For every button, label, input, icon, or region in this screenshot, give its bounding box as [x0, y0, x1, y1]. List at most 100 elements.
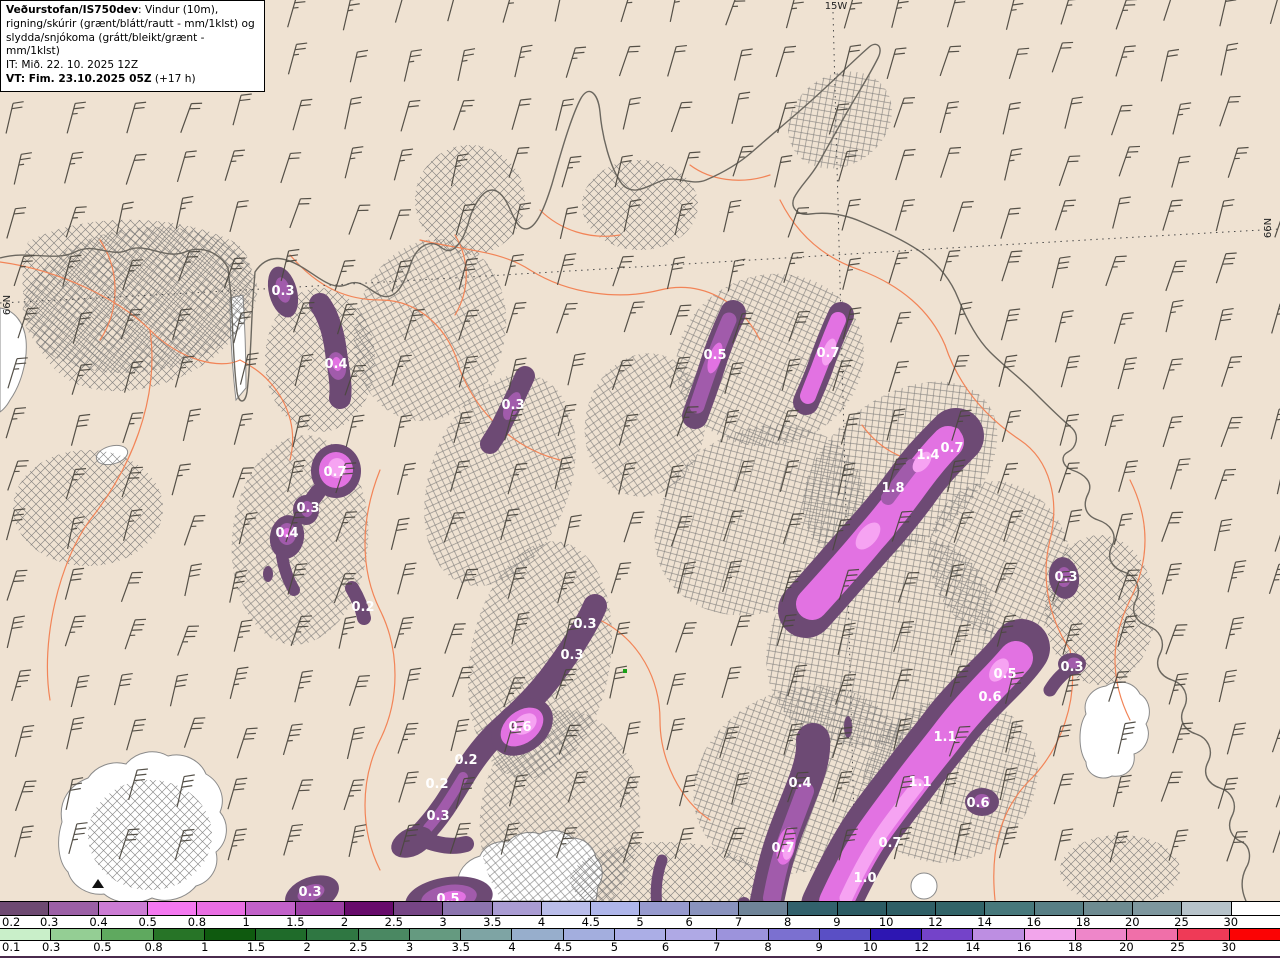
sleet-snow-colorbar — [0, 901, 1280, 916]
scale-segment — [296, 902, 345, 915]
scale-tick-label: 0.8 — [188, 915, 206, 929]
precip-value-label: 0.3 — [296, 501, 319, 516]
scale-segment — [542, 902, 591, 915]
scale-tick-label: 1.5 — [286, 915, 304, 929]
scale-tick-label: 4 — [508, 940, 515, 954]
precip-value-label: 1.1 — [908, 775, 931, 790]
scale-segment — [461, 929, 512, 940]
scale-segment — [1133, 902, 1182, 915]
precip-value-label: 0.5 — [436, 892, 459, 901]
scale-segment — [838, 902, 887, 915]
scale-tick-label: 2 — [304, 940, 311, 954]
scale-tick-label: 25 — [1174, 915, 1189, 929]
scale-segment — [154, 929, 205, 940]
scale-segment — [443, 902, 492, 915]
scale-segment — [307, 929, 358, 940]
precip-blob — [263, 566, 273, 582]
scale-tick-label: 0.5 — [93, 940, 111, 954]
scale-tick-label: 9 — [833, 915, 840, 929]
scale-tick-label: 3 — [439, 915, 446, 929]
title-line-1: Veðurstofan/IS750dev: Vindur (10m), — [6, 4, 258, 18]
scale-segment — [205, 929, 256, 940]
scale-tick-label: 25 — [1170, 940, 1185, 954]
scale-tick-label: 14 — [977, 915, 992, 929]
scale-segment — [1025, 929, 1076, 940]
scale-segment — [1076, 929, 1127, 940]
precip-value-label: 0.3 — [560, 648, 583, 663]
scale-tick-label: 2 — [341, 915, 348, 929]
precip-value-label: 0.7 — [771, 841, 794, 856]
scale-tick-label: 4.5 — [582, 915, 600, 929]
scale-tick-label: 3 — [406, 940, 413, 954]
precip-value-label: 0.3 — [298, 885, 321, 900]
scale-segment — [102, 929, 153, 940]
scale-tick-label: 20 — [1119, 940, 1134, 954]
scale-tick-label: 4 — [538, 915, 545, 929]
forecast-title-box: Veðurstofan/IS750dev: Vindur (10m), rign… — [0, 0, 265, 92]
scale-tick-label: 0.4 — [89, 915, 107, 929]
precip-value-label: 0.2 — [454, 753, 477, 768]
precip-value-label: 0.5 — [703, 348, 726, 363]
scale-segment — [99, 902, 148, 915]
precip-value-label: 0.3 — [1054, 570, 1077, 585]
scale-tick-label: 30 — [1221, 940, 1236, 954]
scale-segment — [394, 902, 443, 915]
scale-segment — [410, 929, 461, 940]
title-line-2: rigning/skúrir (grænt/blátt/rautt - mm/1… — [6, 18, 258, 32]
scale-segment — [1084, 902, 1133, 915]
precip-value-label: 0.2 — [351, 600, 374, 615]
scale-tick-label: 16 — [1017, 940, 1032, 954]
scale-segment — [246, 902, 295, 915]
sleet-snow-colorbar-labels: 0.20.30.40.50.811.522.533.544.5567891012… — [0, 916, 1280, 928]
title-line-3: slydda/snjókoma (grátt/bleikt/grænt - mm… — [6, 32, 258, 60]
precip-value-label: 0.7 — [323, 465, 346, 480]
precip-value-label: 0.3 — [573, 617, 596, 632]
scale-segment — [49, 902, 98, 915]
precip-value-label: 0.6 — [978, 690, 1001, 705]
precip-value-label: 0.6 — [966, 796, 989, 811]
title-line-4: IT: Mið. 22. 10. 2025 12Z — [6, 59, 258, 73]
scale-segment — [1230, 929, 1280, 940]
scale-segment — [666, 929, 717, 940]
scale-segment — [985, 902, 1034, 915]
scale-tick-label: 1 — [201, 940, 208, 954]
scale-tick-label: 16 — [1026, 915, 1041, 929]
scale-tick-label: 14 — [965, 940, 980, 954]
scale-segment — [739, 902, 788, 915]
scale-tick-label: 12 — [928, 915, 943, 929]
scale-segment — [973, 929, 1024, 940]
scale-tick-label: 18 — [1068, 940, 1083, 954]
scale-segment — [615, 929, 666, 940]
scale-tick-label: 5 — [636, 915, 643, 929]
precip-value-label: 0.4 — [788, 776, 811, 791]
scale-tick-label: 5 — [611, 940, 618, 954]
scale-tick-label: 9 — [816, 940, 823, 954]
scale-segment — [0, 902, 49, 915]
glacier — [911, 873, 937, 899]
scale-segment — [871, 929, 922, 940]
precip-value-label: 1.0 — [853, 871, 876, 886]
meridian-label: 15W — [825, 1, 848, 12]
scale-tick-label: 10 — [863, 940, 878, 954]
scale-tick-label: 30 — [1223, 915, 1238, 929]
parallel-label-right: 66N — [1263, 218, 1274, 238]
scale-tick-label: 6 — [686, 915, 693, 929]
title-line-5: VT: Fim. 23.10.2025 05Z (+17 h) — [6, 73, 258, 87]
precip-value-label: 0.4 — [275, 526, 298, 541]
precip-value-label: 0.4 — [324, 357, 347, 372]
precip-value-label: 1.1 — [933, 730, 956, 745]
parallel-label-left: 66N — [2, 295, 13, 315]
scale-tick-label: 0.8 — [144, 940, 162, 954]
scale-segment — [1127, 929, 1178, 940]
scale-segment — [51, 929, 102, 940]
scale-segment — [345, 902, 394, 915]
scale-tick-label: 1 — [243, 915, 250, 929]
scale-segment — [512, 929, 563, 940]
precip-value-label: 0.3 — [501, 398, 524, 413]
scale-segment — [493, 902, 542, 915]
scale-tick-label: 3.5 — [483, 915, 501, 929]
rain-colorbar — [0, 928, 1280, 941]
precip-value-label: 0.3 — [271, 284, 294, 299]
map-graphics: 0.30.40.30.50.70.70.30.40.21.40.71.80.30… — [0, 0, 1280, 901]
scale-tick-label: 2.5 — [385, 915, 403, 929]
